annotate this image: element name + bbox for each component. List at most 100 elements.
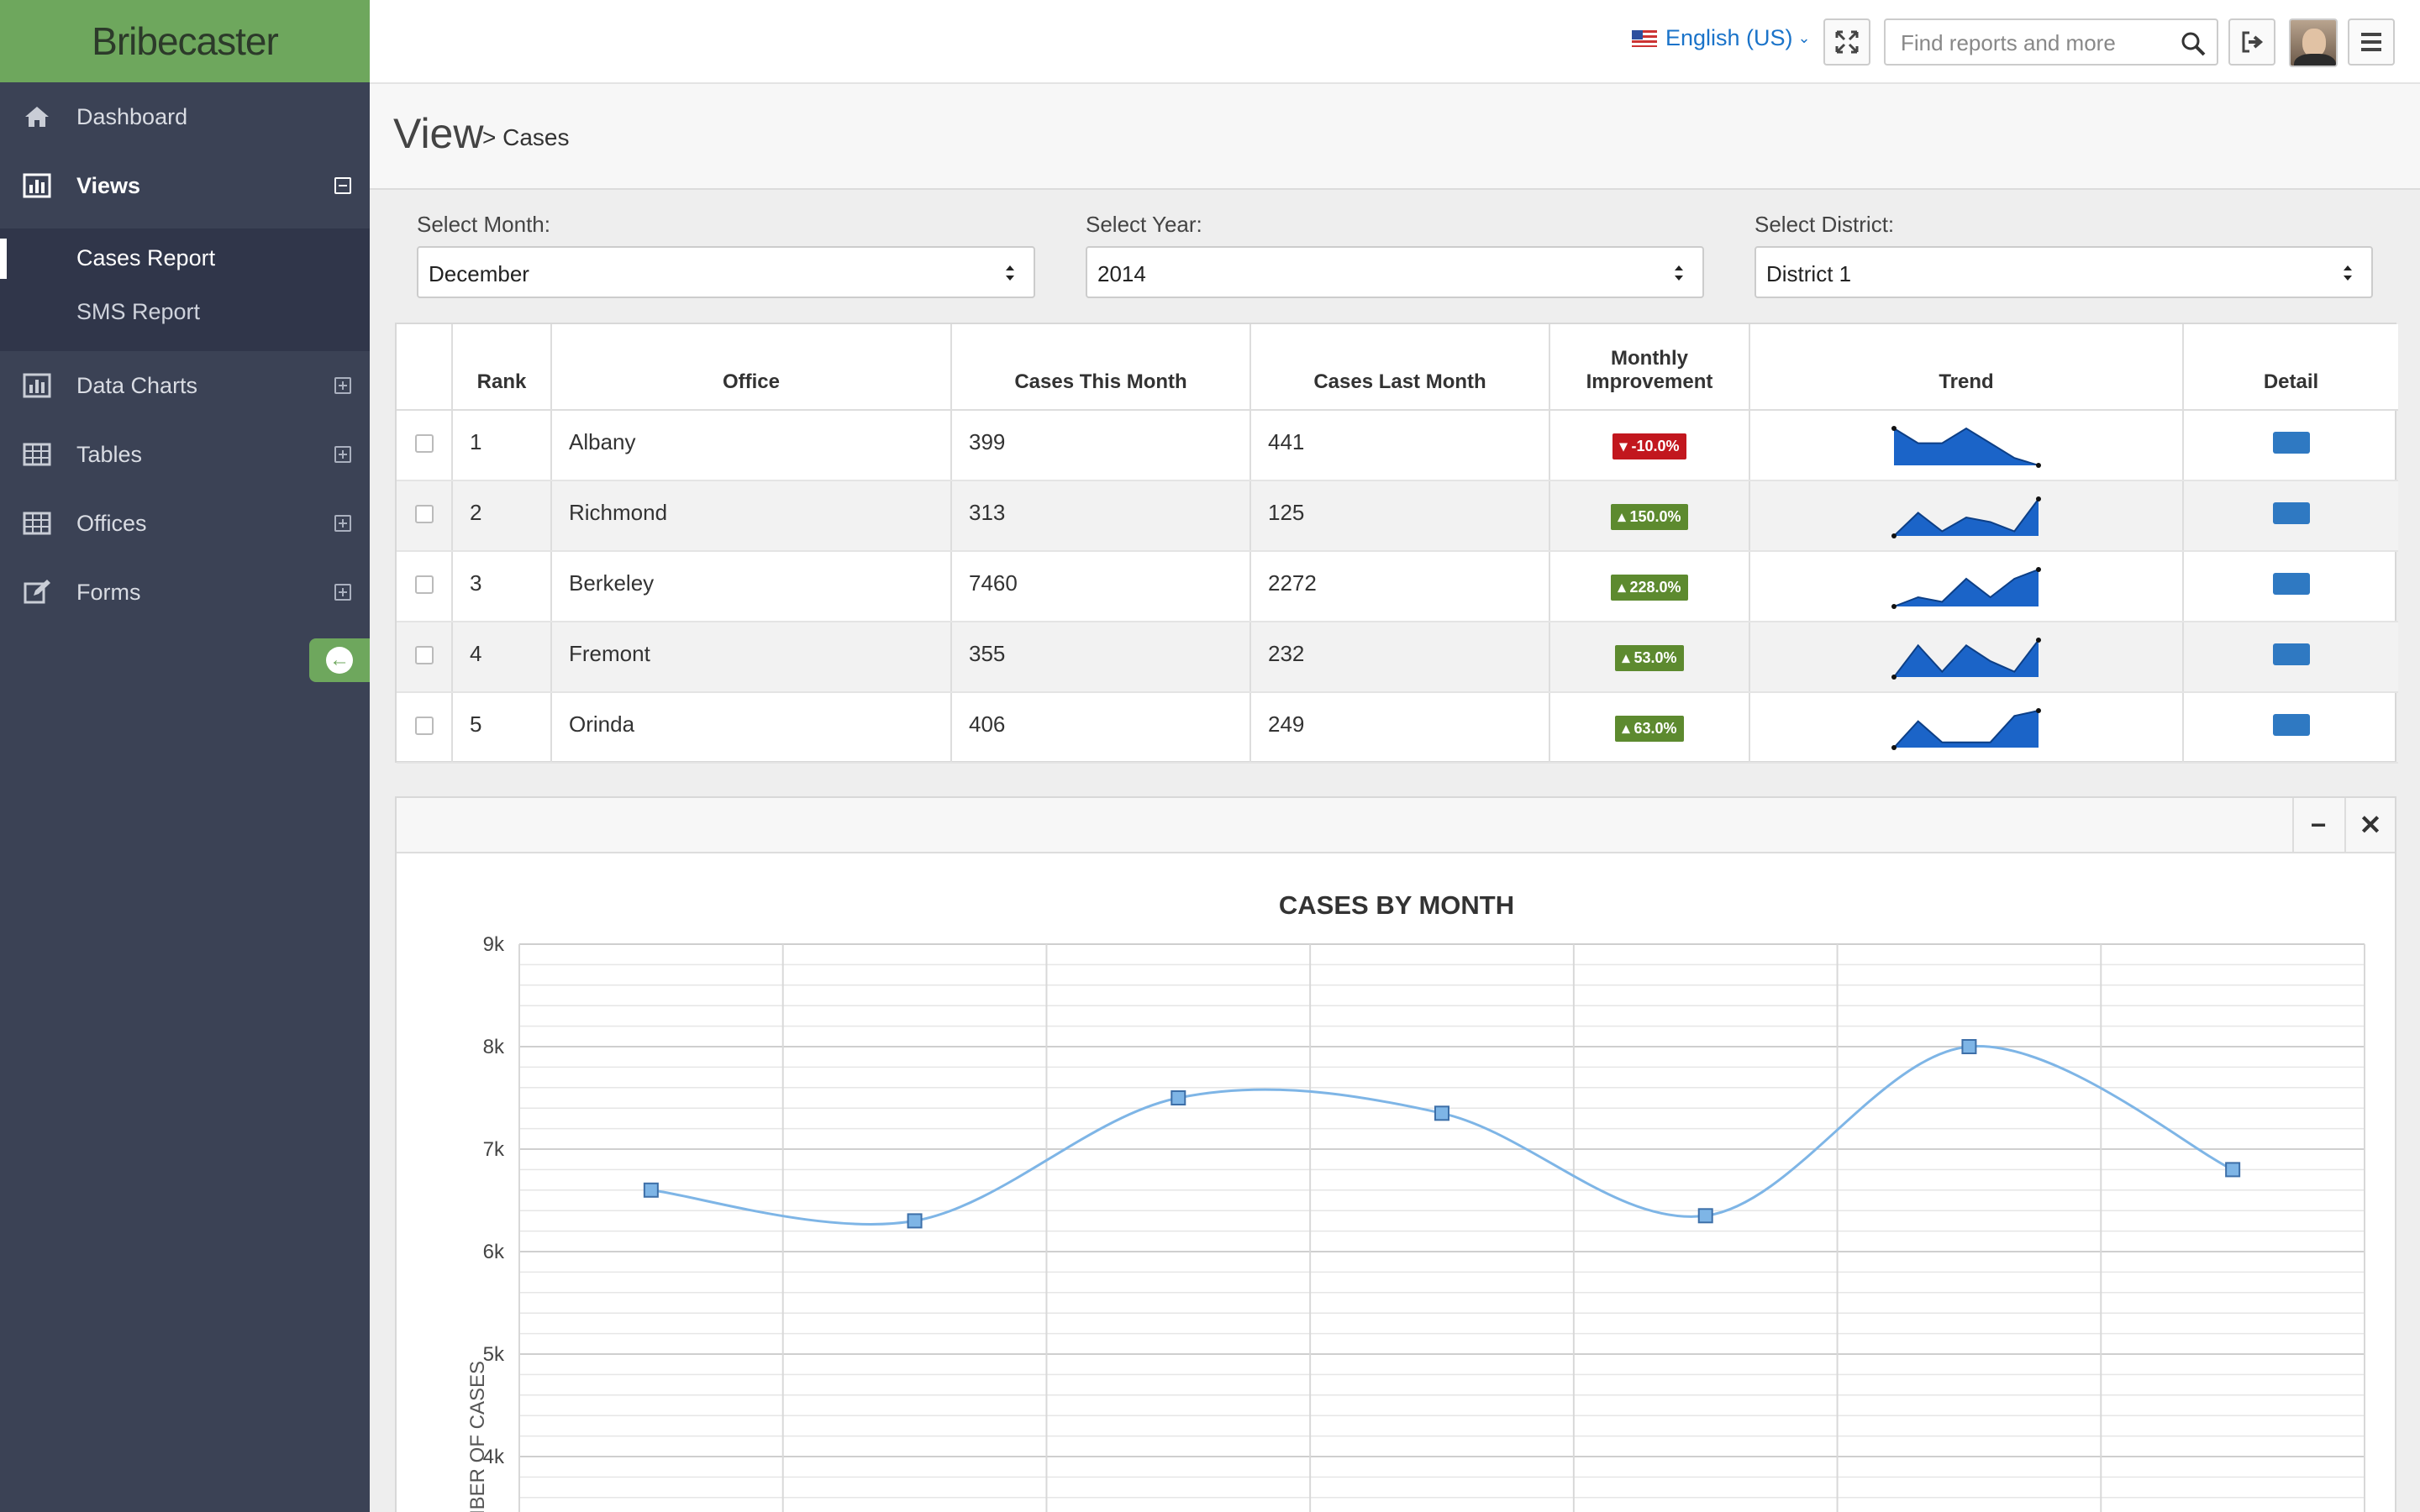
data-point[interactable] xyxy=(1697,1208,1713,1224)
expand-icon[interactable] xyxy=(334,584,351,601)
nav-forms[interactable]: Forms xyxy=(0,563,370,622)
last-month-cell: 249 xyxy=(1250,692,1550,764)
detail-button[interactable] xyxy=(2272,572,2310,595)
nav-offices[interactable]: Offices xyxy=(0,494,370,553)
brand-logo[interactable]: Bribecaster xyxy=(0,0,370,82)
language-selector[interactable]: English (US) ⌄ xyxy=(1632,25,1811,51)
avatar-face xyxy=(2302,29,2326,57)
trend-sparkline xyxy=(1891,638,2041,680)
this-month-cell: 313 xyxy=(951,480,1251,552)
collapse-sidebar-button[interactable]: ← xyxy=(309,638,370,682)
nav-cases-report[interactable]: Cases Report xyxy=(76,245,215,271)
table-row: 1 Albany 399 441 ▾ -10.0% xyxy=(397,410,2398,481)
this-month-cell: 406 xyxy=(951,692,1251,764)
detail-cell xyxy=(2183,410,2398,481)
sparkline-start-point xyxy=(1891,745,1897,750)
year-select[interactable]: 2014 xyxy=(1086,246,1704,298)
improvement-badge: ▴ 228.0% xyxy=(1611,575,1688,601)
sparkline-area xyxy=(1894,570,2039,606)
detail-button[interactable] xyxy=(2272,501,2310,524)
topbar: English (US) ⌄ xyxy=(370,0,2420,84)
col-this-month[interactable]: Cases This Month xyxy=(951,324,1251,411)
fullscreen-button[interactable] xyxy=(1823,18,1870,66)
select-arrows-icon xyxy=(1006,265,1014,281)
row-checkbox[interactable] xyxy=(414,575,434,594)
detail-button[interactable] xyxy=(2272,643,2310,665)
trend-sparkline xyxy=(1891,708,2041,750)
sparkline-end-point xyxy=(2036,567,2041,572)
improvement-cell: ▴ 150.0% xyxy=(1549,480,1750,552)
improvement-cell: ▾ -10.0% xyxy=(1549,410,1750,481)
row-select-cell xyxy=(397,480,453,552)
nav-dashboard-label: Dashboard xyxy=(76,103,188,129)
search-box[interactable] xyxy=(1884,18,2218,66)
district-filter-label: Select District: xyxy=(1754,212,1895,237)
nav-tables[interactable]: Tables xyxy=(0,425,370,484)
table-icon xyxy=(23,512,51,535)
bar-chart-icon xyxy=(23,173,51,198)
row-select-cell xyxy=(397,692,453,764)
data-point[interactable] xyxy=(1434,1105,1449,1121)
search-icon[interactable] xyxy=(2180,30,2207,57)
y-axis-label: NUMBER OF CASES xyxy=(466,1361,489,1512)
row-checkbox[interactable] xyxy=(414,645,434,664)
office-cell: Orinda xyxy=(551,692,952,764)
page-title: View xyxy=(393,110,484,157)
active-marker xyxy=(0,239,7,279)
col-trend[interactable]: Trend xyxy=(1749,324,2184,411)
data-point[interactable] xyxy=(907,1213,923,1229)
detail-button[interactable] xyxy=(2272,431,2310,454)
caret-up-icon: ▴ xyxy=(1622,649,1630,666)
chart-panel: − ✕ CASES BY MONTH NUMBER OF CASES 9k 8k 7… xyxy=(395,796,2396,1512)
rank-cell: 2 xyxy=(452,480,552,552)
col-rank[interactable]: Rank xyxy=(452,324,552,411)
nav-data-charts[interactable]: Data Charts xyxy=(0,356,370,415)
expand-icon[interactable] xyxy=(334,377,351,394)
data-point[interactable] xyxy=(1171,1090,1186,1105)
data-point[interactable] xyxy=(643,1182,659,1198)
this-month-cell: 355 xyxy=(951,622,1251,693)
district-select[interactable]: District 1 xyxy=(1754,246,2373,298)
y-tick-label: 5k xyxy=(483,1343,505,1366)
nav-views-label: Views xyxy=(76,172,141,198)
col-improvement[interactable]: Monthly Improvement xyxy=(1549,324,1750,411)
row-checkbox[interactable] xyxy=(414,433,434,453)
trend-cell xyxy=(1749,692,2184,764)
month-select-value: December xyxy=(429,261,529,286)
col-detail[interactable]: Detail xyxy=(2183,324,2398,411)
caret-down-icon: ▾ xyxy=(1619,438,1628,454)
user-avatar[interactable] xyxy=(2289,18,2338,67)
search-input[interactable] xyxy=(1901,30,2170,55)
sign-out-icon xyxy=(2242,31,2264,53)
expand-icon[interactable] xyxy=(334,446,351,463)
district-select-value: District 1 xyxy=(1766,261,1852,286)
data-point[interactable] xyxy=(2225,1162,2241,1178)
y-tick-label: 4k xyxy=(483,1446,505,1468)
row-checkbox[interactable] xyxy=(414,716,434,735)
collapse-views-icon[interactable] xyxy=(334,177,351,194)
row-select-cell xyxy=(397,551,453,622)
logout-button[interactable] xyxy=(2228,18,2275,66)
row-checkbox[interactable] xyxy=(414,504,434,523)
month-select[interactable]: December xyxy=(417,246,1035,298)
y-tick-label: 9k xyxy=(483,933,505,956)
sparkline-end-point xyxy=(2036,708,2041,713)
us-flag-icon xyxy=(1632,29,1657,47)
nav-data-charts-label: Data Charts xyxy=(76,372,198,398)
data-point[interactable] xyxy=(1961,1039,1977,1054)
detail-button[interactable] xyxy=(2272,713,2310,736)
col-improvement-line2: Improvement xyxy=(1586,370,1713,393)
nav-dashboard[interactable]: Dashboard xyxy=(0,87,370,146)
col-office[interactable]: Office xyxy=(551,324,952,411)
chevron-down-icon: ⌄ xyxy=(1797,29,1811,46)
cases-table: Rank Office Cases This Month Cases Last … xyxy=(395,323,2398,764)
menu-button[interactable] xyxy=(2348,18,2395,66)
col-last-month[interactable]: Cases Last Month xyxy=(1250,324,1550,411)
nav-views[interactable]: Views xyxy=(0,156,370,215)
nav-sms-report[interactable]: SMS Report xyxy=(76,299,200,325)
sparkline-start-point xyxy=(1891,604,1897,609)
select-arrows-icon xyxy=(2344,265,2352,281)
trend-sparkline xyxy=(1891,567,2041,609)
expand-icon[interactable] xyxy=(334,515,351,532)
series-line xyxy=(650,1045,2233,1226)
